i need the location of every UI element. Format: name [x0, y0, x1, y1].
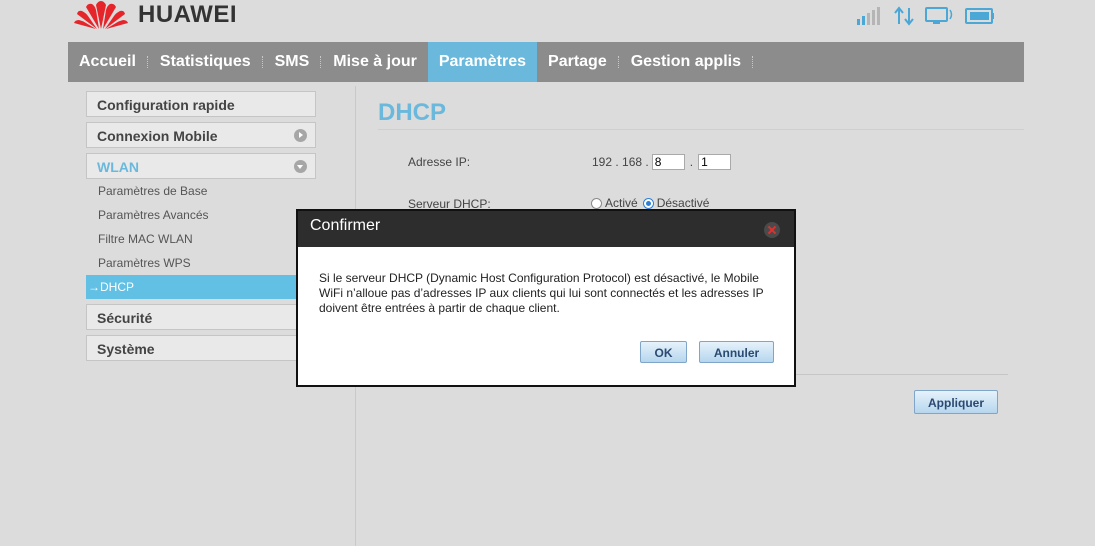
- sidebar-subitem-parametres-avances[interactable]: Paramètres Avancés: [86, 203, 316, 227]
- apply-button[interactable]: Appliquer: [914, 390, 998, 414]
- sidebar-item-wlan[interactable]: WLAN: [86, 153, 316, 179]
- ip-address-field: 192 . 168 . .: [592, 154, 732, 170]
- nav-gestion-applis[interactable]: Gestion applis: [620, 42, 752, 82]
- chevron-down-icon: [294, 160, 307, 173]
- data-transfer-icon: [893, 6, 915, 29]
- sidebar-item-systeme[interactable]: Système: [86, 335, 316, 361]
- dhcp-disabled-radio[interactable]: [642, 197, 654, 209]
- status-bar: [857, 6, 995, 29]
- sidebar-subitem-dhcp[interactable]: →DHCP: [86, 275, 316, 299]
- dhcp-disabled-label: Désactivé: [656, 196, 710, 210]
- confirm-dialog: Confirmer Si le serveur DHCP (Dynamic Ho…: [296, 209, 796, 387]
- dialog-message: Si le serveur DHCP (Dynamic Host Configu…: [319, 271, 764, 315]
- ip-octet-3-input[interactable]: [651, 154, 685, 170]
- huawei-flower-icon: [74, 1, 128, 29]
- wlan-submenu: Paramètres de Base Paramètres Avancés Fi…: [86, 179, 316, 299]
- sidebar-item-configuration-rapide[interactable]: Configuration rapide: [86, 91, 316, 117]
- arrow-right-icon: →: [88, 280, 100, 294]
- cancel-button[interactable]: Annuler: [699, 341, 774, 363]
- title-divider: [378, 129, 1024, 130]
- dialog-title: Confirmer: [298, 211, 794, 247]
- ip-dot: .: [689, 155, 694, 169]
- nav-mise-a-jour[interactable]: Mise à jour: [322, 42, 428, 82]
- sidebar-item-label: DHCP: [100, 280, 135, 294]
- brand-name: HUAWEI: [138, 1, 237, 28]
- main-nav: Accueil Statistiques SMS Mise à jour Par…: [68, 42, 1024, 82]
- ok-button[interactable]: OK: [640, 341, 687, 363]
- settings-sidebar: Configuration rapide Connexion Mobile WL…: [86, 91, 316, 366]
- ip-octet-4-input[interactable]: [698, 154, 732, 170]
- nav-accueil[interactable]: Accueil: [68, 42, 147, 82]
- sidebar-item-connexion-mobile[interactable]: Connexion Mobile: [86, 122, 316, 148]
- sidebar-subitem-filtre-mac[interactable]: Filtre MAC WLAN: [86, 227, 316, 251]
- ip-fixed-part: 192 . 168 .: [592, 155, 649, 169]
- chevron-right-icon: [294, 129, 307, 142]
- sidebar-item-label: WLAN: [97, 159, 139, 175]
- sidebar-subitem-parametres-wps[interactable]: Paramètres WPS: [86, 251, 316, 275]
- computer-connected-icon: [925, 6, 955, 29]
- sidebar-item-label: Connexion Mobile: [97, 128, 218, 144]
- page-title: DHCP: [378, 99, 447, 126]
- nav-statistiques[interactable]: Statistiques: [149, 42, 262, 82]
- sidebar-item-securite[interactable]: Sécurité: [86, 304, 316, 330]
- battery-icon: [965, 7, 995, 28]
- ip-address-label: Adresse IP:: [408, 155, 471, 169]
- signal-icon: [857, 7, 883, 28]
- close-icon[interactable]: [764, 222, 780, 238]
- huawei-logo: HUAWEI: [74, 0, 237, 30]
- dhcp-enabled-label: Activé: [605, 196, 638, 210]
- nav-partage[interactable]: Partage: [537, 42, 618, 82]
- nav-separator: [751, 56, 754, 68]
- nav-sms[interactable]: SMS: [264, 42, 321, 82]
- dhcp-server-radio-group: Activé Désactivé: [591, 196, 709, 210]
- sidebar-subitem-parametres-de-base[interactable]: Paramètres de Base: [86, 179, 316, 203]
- dhcp-enabled-radio[interactable]: [591, 197, 602, 209]
- nav-parametres[interactable]: Paramètres: [427, 42, 538, 82]
